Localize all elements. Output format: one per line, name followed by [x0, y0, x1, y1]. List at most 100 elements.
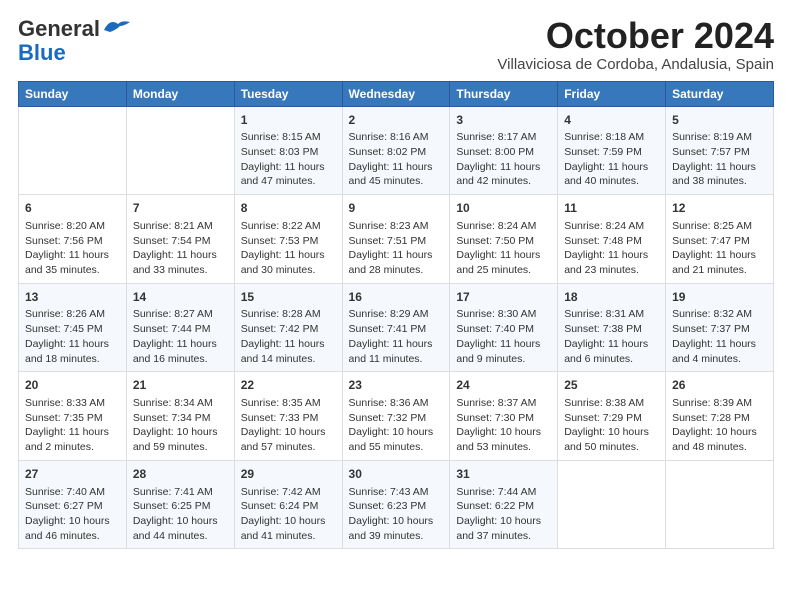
calendar-cell: 31 Sunrise: 7:44 AM Sunset: 6:22 PM Dayli… [450, 460, 558, 549]
day-info: Sunrise: 8:32 AM Sunset: 7:37 PM Dayligh… [672, 307, 767, 366]
calendar-cell: 20Sunrise: 8:33 AM Sunset: 7:35 PM Dayli… [19, 372, 127, 461]
logo-bird-icon [102, 16, 134, 38]
day-number: 16 [349, 289, 444, 306]
calendar-cell: 2Sunrise: 8:16 AM Sunset: 8:02 PM Daylig… [342, 106, 450, 195]
calendar-cell: 4Sunrise: 8:18 AM Sunset: 7:59 PM Daylig… [558, 106, 666, 195]
calendar-cell: 29Sunrise: 7:42 AM Sunset: 6:24 PM Dayli… [234, 460, 342, 549]
calendar-cell [558, 460, 666, 549]
day-number: 9 [349, 200, 444, 217]
day-info: Sunrise: 8:20 AM Sunset: 7:56 PM Dayligh… [25, 219, 120, 278]
day-number: 29 [241, 466, 336, 483]
calendar-cell: 1Sunrise: 8:15 AM Sunset: 8:03 PM Daylig… [234, 106, 342, 195]
day-info: Sunrise: 8:30 AM Sunset: 7:40 PM Dayligh… [456, 307, 551, 366]
calendar-cell: 22 Sunrise: 8:35 AM Sunset: 7:33 PM Dayli… [234, 372, 342, 461]
calendar-cell: 12Sunrise: 8:25 AM Sunset: 7:47 PM Dayli… [666, 195, 774, 284]
title-block: October 2024 Villaviciosa de Cordoba, An… [497, 16, 774, 73]
day-info: Sunrise: 8:24 AM Sunset: 7:48 PM Dayligh… [564, 219, 659, 278]
day-number: 24 [456, 377, 551, 394]
day-info: Sunrise: 8:33 AM Sunset: 7:35 PM Dayligh… [25, 396, 120, 455]
day-info: Sunrise: 7:43 AM Sunset: 6:23 PM Dayligh… [349, 485, 444, 544]
calendar-cell: 13Sunrise: 8:26 AM Sunset: 7:45 PM Dayli… [19, 283, 127, 372]
day-info: Sunrise: 8:23 AM Sunset: 7:51 PM Dayligh… [349, 219, 444, 278]
logo-blue: Blue [18, 40, 66, 66]
day-info: Sunrise: 8:29 AM Sunset: 7:41 PM Dayligh… [349, 307, 444, 366]
calendar-cell: 25 Sunrise: 8:38 AM Sunset: 7:29 PM Dayli… [558, 372, 666, 461]
day-number: 25 [564, 377, 659, 394]
day-number: 17 [456, 289, 551, 306]
calendar-cell [19, 106, 127, 195]
logo: General Blue [18, 16, 134, 66]
calendar-cell: 9 Sunrise: 8:23 AM Sunset: 7:51 PM Daylig… [342, 195, 450, 284]
day-info: Sunrise: 8:26 AM Sunset: 7:45 PM Dayligh… [25, 307, 120, 366]
day-info: Sunrise: 8:25 AM Sunset: 7:47 PM Dayligh… [672, 219, 767, 278]
week-row-3: 13Sunrise: 8:26 AM Sunset: 7:45 PM Dayli… [19, 283, 774, 372]
page: General Blue October 2024 Villaviciosa d… [0, 0, 792, 612]
day-number: 26 [672, 377, 767, 394]
calendar-cell: 3Sunrise: 8:17 AM Sunset: 8:00 PM Daylig… [450, 106, 558, 195]
calendar-cell: 28Sunrise: 7:41 AM Sunset: 6:25 PM Dayli… [126, 460, 234, 549]
day-number: 15 [241, 289, 336, 306]
day-info: Sunrise: 8:36 AM Sunset: 7:32 PM Dayligh… [349, 396, 444, 455]
day-number: 13 [25, 289, 120, 306]
calendar-cell: 26 Sunrise: 8:39 AM Sunset: 7:28 PM Dayli… [666, 372, 774, 461]
header: General Blue October 2024 Villaviciosa d… [18, 16, 774, 73]
day-info: Sunrise: 8:17 AM Sunset: 8:00 PM Dayligh… [456, 130, 551, 189]
calendar-title: October 2024 [497, 16, 774, 56]
day-info: Sunrise: 8:37 AM Sunset: 7:30 PM Dayligh… [456, 396, 551, 455]
day-info: Sunrise: 8:16 AM Sunset: 8:02 PM Dayligh… [349, 130, 444, 189]
day-number: 19 [672, 289, 767, 306]
day-number: 11 [564, 200, 659, 217]
day-number: 8 [241, 200, 336, 217]
calendar-cell: 11 Sunrise: 8:24 AM Sunset: 7:48 PM Dayli… [558, 195, 666, 284]
calendar-subtitle: Villaviciosa de Cordoba, Andalusia, Spai… [497, 56, 774, 73]
col-header-friday: Friday [558, 81, 666, 106]
week-row-4: 20Sunrise: 8:33 AM Sunset: 7:35 PM Dayli… [19, 372, 774, 461]
day-number: 6 [25, 200, 120, 217]
calendar-cell: 15Sunrise: 8:28 AM Sunset: 7:42 PM Dayli… [234, 283, 342, 372]
calendar-cell: 7 Sunrise: 8:21 AM Sunset: 7:54 PM Daylig… [126, 195, 234, 284]
col-header-wednesday: Wednesday [342, 81, 450, 106]
day-info: Sunrise: 8:21 AM Sunset: 7:54 PM Dayligh… [133, 219, 228, 278]
calendar-header-row: SundayMondayTuesdayWednesdayThursdayFrid… [19, 81, 774, 106]
week-row-5: 27Sunrise: 7:40 AM Sunset: 6:27 PM Dayli… [19, 460, 774, 549]
col-header-monday: Monday [126, 81, 234, 106]
day-number: 3 [456, 112, 551, 129]
day-info: Sunrise: 8:18 AM Sunset: 7:59 PM Dayligh… [564, 130, 659, 189]
day-number: 31 [456, 466, 551, 483]
day-number: 5 [672, 112, 767, 129]
calendar-cell: 17Sunrise: 8:30 AM Sunset: 7:40 PM Dayli… [450, 283, 558, 372]
col-header-thursday: Thursday [450, 81, 558, 106]
week-row-1: 1Sunrise: 8:15 AM Sunset: 8:03 PM Daylig… [19, 106, 774, 195]
day-number: 1 [241, 112, 336, 129]
calendar-cell: 16Sunrise: 8:29 AM Sunset: 7:41 PM Dayli… [342, 283, 450, 372]
calendar-cell: 30Sunrise: 7:43 AM Sunset: 6:23 PM Dayli… [342, 460, 450, 549]
day-number: 7 [133, 200, 228, 217]
day-info: Sunrise: 8:39 AM Sunset: 7:28 PM Dayligh… [672, 396, 767, 455]
calendar-cell [126, 106, 234, 195]
calendar-cell: 8 Sunrise: 8:22 AM Sunset: 7:53 PM Daylig… [234, 195, 342, 284]
calendar-cell: 24 Sunrise: 8:37 AM Sunset: 7:30 PM Dayli… [450, 372, 558, 461]
day-info: Sunrise: 7:44 AM Sunset: 6:22 PM Dayligh… [456, 485, 551, 544]
calendar-cell: 14Sunrise: 8:27 AM Sunset: 7:44 PM Dayli… [126, 283, 234, 372]
week-row-2: 6 Sunrise: 8:20 AM Sunset: 7:56 PM Daylig… [19, 195, 774, 284]
day-number: 22 [241, 377, 336, 394]
day-info: Sunrise: 8:38 AM Sunset: 7:29 PM Dayligh… [564, 396, 659, 455]
day-info: Sunrise: 8:35 AM Sunset: 7:33 PM Dayligh… [241, 396, 336, 455]
day-number: 28 [133, 466, 228, 483]
day-info: Sunrise: 8:22 AM Sunset: 7:53 PM Dayligh… [241, 219, 336, 278]
calendar-cell: 18Sunrise: 8:31 AM Sunset: 7:38 PM Dayli… [558, 283, 666, 372]
calendar-cell [666, 460, 774, 549]
day-number: 4 [564, 112, 659, 129]
calendar-cell: 10Sunrise: 8:24 AM Sunset: 7:50 PM Dayli… [450, 195, 558, 284]
calendar-cell: 19Sunrise: 8:32 AM Sunset: 7:37 PM Dayli… [666, 283, 774, 372]
day-info: Sunrise: 8:24 AM Sunset: 7:50 PM Dayligh… [456, 219, 551, 278]
day-number: 14 [133, 289, 228, 306]
logo-general: General [18, 16, 100, 42]
day-info: Sunrise: 8:28 AM Sunset: 7:42 PM Dayligh… [241, 307, 336, 366]
day-info: Sunrise: 8:19 AM Sunset: 7:57 PM Dayligh… [672, 130, 767, 189]
day-number: 2 [349, 112, 444, 129]
day-info: Sunrise: 8:27 AM Sunset: 7:44 PM Dayligh… [133, 307, 228, 366]
day-number: 21 [133, 377, 228, 394]
calendar-cell: 5Sunrise: 8:19 AM Sunset: 7:57 PM Daylig… [666, 106, 774, 195]
col-header-tuesday: Tuesday [234, 81, 342, 106]
